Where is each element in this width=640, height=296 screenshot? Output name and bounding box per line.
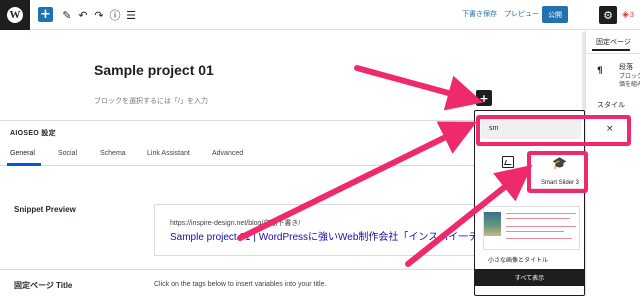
tab-link-assistant[interactable]: Link Assistant bbox=[147, 150, 190, 157]
arrow-to-inline-inserter bbox=[354, 65, 484, 111]
smart-slider-highlight-box bbox=[527, 151, 588, 193]
block-description: 価を組み bbox=[619, 82, 640, 88]
settings-button[interactable]: ⚙ bbox=[599, 6, 617, 24]
wordpress-icon: W bbox=[7, 7, 23, 23]
shield-icon: ◈ bbox=[622, 10, 629, 20]
gear-icon: ⚙ bbox=[603, 8, 613, 22]
style-heading: スタイル bbox=[597, 102, 625, 109]
redo-icon[interactable]: ↷ bbox=[92, 6, 106, 24]
preview-button[interactable]: プレビュー bbox=[504, 9, 539, 19]
add-block-button[interactable]: + bbox=[38, 7, 53, 22]
aioseo-panel-title: AIOSEO 設定 bbox=[10, 130, 56, 137]
pattern-thumbnail-image bbox=[484, 212, 501, 236]
pattern-text-line bbox=[506, 213, 576, 214]
pencil-icon[interactable]: ✎ bbox=[60, 6, 74, 24]
save-draft-button[interactable]: 下書き保存 bbox=[462, 9, 497, 19]
inline-add-block-button[interactable]: + bbox=[476, 90, 492, 106]
wordpress-logo[interactable]: W bbox=[0, 0, 30, 30]
search-highlight-box bbox=[476, 115, 631, 146]
tab-advanced[interactable]: Advanced bbox=[212, 150, 243, 157]
aioseo-score: 3 bbox=[629, 11, 634, 19]
pattern-text-line bbox=[506, 218, 570, 219]
pattern-label: 小さな画像とタイトル bbox=[488, 258, 549, 264]
snippet-url: https://inspire-design.net/blog/自動下書き/ bbox=[170, 220, 301, 227]
active-tab-indicator bbox=[7, 163, 41, 166]
pattern-text-line bbox=[506, 231, 564, 232]
divider bbox=[585, 53, 640, 54]
aioseo-button[interactable]: ◈ 3 bbox=[622, 8, 640, 22]
snippet-title: Sample project 01 | WordPressに強いWeb制作会社「… bbox=[170, 232, 489, 243]
post-title[interactable]: Sample project 01 bbox=[94, 62, 214, 78]
pattern-text-line bbox=[506, 238, 572, 239]
publish-button[interactable]: 公開 bbox=[542, 6, 568, 23]
info-icon[interactable]: ⓘ bbox=[108, 6, 122, 24]
list-view-icon[interactable]: ☰ bbox=[124, 6, 138, 24]
active-tab-indicator bbox=[592, 49, 630, 51]
tab-schema[interactable]: Schema bbox=[100, 150, 126, 157]
title-tags-hint: Click on the tags below to insert variab… bbox=[154, 281, 327, 288]
page-title-label: 固定ページ Title bbox=[14, 281, 73, 290]
tab-page-settings[interactable]: 固定ページ bbox=[596, 37, 631, 47]
block-placeholder[interactable]: ブロックを選択するには「/」を入力 bbox=[94, 96, 208, 106]
pattern-text-line bbox=[506, 226, 576, 227]
undo-icon[interactable]: ↶ bbox=[76, 6, 90, 24]
paragraph-icon: ¶ bbox=[597, 66, 603, 76]
tab-social[interactable]: Social bbox=[58, 150, 77, 157]
tab-general[interactable]: General bbox=[10, 150, 35, 157]
image-icon[interactable] bbox=[502, 156, 514, 168]
snippet-preview-label: Snippet Preview bbox=[14, 205, 76, 214]
browse-all-button[interactable]: すべて表示 bbox=[474, 269, 585, 286]
